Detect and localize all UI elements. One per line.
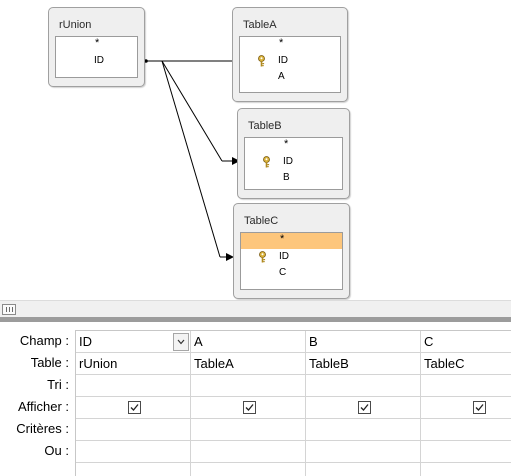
field-label: ID [278,55,288,66]
row-label-tri: Tri : [47,377,69,392]
field-label: * [95,37,100,49]
table-cell[interactable]: TableC [421,353,511,375]
field-list[interactable]: * ID [55,36,138,78]
field-label: * [284,138,289,150]
table-cell[interactable]: TableA [191,353,305,375]
table-cell[interactable]: TableB [306,353,420,375]
join-line-tableb [161,60,223,162]
field-row-selected[interactable]: * [241,233,342,249]
field-label: * [279,37,284,49]
table-title: TableC [244,215,279,227]
checkmark-icon [130,404,139,411]
or-cell[interactable] [306,441,420,463]
sort-cell[interactable] [76,375,190,397]
row-label-afficher: Afficher : [17,399,69,414]
field-label: ID [94,55,104,66]
field-list[interactable]: * ID C [240,232,343,290]
field-row[interactable]: * [245,138,342,154]
field-row[interactable]: B [245,170,342,186]
field-value: A [194,334,203,349]
splitter-grip-icon[interactable] [2,304,16,315]
field-row[interactable]: A [240,69,340,85]
show-checkbox[interactable] [358,401,371,414]
show-cell [76,397,190,419]
primary-key-icon [259,251,266,263]
join-line-tablec [161,60,221,258]
checkmark-icon [360,404,369,411]
show-cell [306,397,420,419]
field-row[interactable]: ID [56,53,137,69]
grid-column-4: C TableC [421,331,511,476]
table-cell[interactable]: rUnion [76,353,190,375]
primary-key-icon [263,156,270,168]
grid-row-labels: Champ : Table : Tri : Afficher : Critère… [0,330,75,462]
table-box-tableb[interactable]: TableB * ID B [237,108,350,199]
show-cell [421,397,511,419]
field-row[interactable]: * [240,37,340,53]
chevron-down-icon [177,339,185,345]
table-box-tablea[interactable]: TableA * ID A [232,7,348,102]
field-list[interactable]: * ID B [244,137,343,190]
checkmark-icon [245,404,254,411]
field-value: ID [79,334,92,349]
table-box-tablec[interactable]: TableC * ID C [233,203,350,299]
field-row[interactable]: ID [245,154,342,170]
or-cell[interactable] [191,441,305,463]
query-tables-pane[interactable]: rUnion * ID TableA * ID A TableB * ID B [0,0,511,300]
row-label-champ: Champ : [19,333,69,348]
field-label: C [279,267,287,278]
row-label-criteres: Critères : [16,421,69,436]
field-cell[interactable]: A [191,331,305,353]
table-value: rUnion [79,356,118,371]
field-cell[interactable]: B [306,331,420,353]
sort-cell[interactable] [306,375,420,397]
primary-key-icon [258,55,265,67]
sort-cell[interactable] [191,375,305,397]
checkmark-icon [475,404,484,411]
criteria-cell[interactable] [76,419,190,441]
show-checkbox[interactable] [473,401,486,414]
field-label: B [283,172,290,183]
field-cell[interactable]: ID [76,331,190,353]
field-row[interactable]: * [56,37,137,53]
show-checkbox[interactable] [128,401,141,414]
row-label-table: Table : [30,355,69,370]
show-checkbox[interactable] [243,401,256,414]
field-label: ID [283,156,293,167]
field-cell[interactable]: C [421,331,511,353]
table-value: TableA [194,356,234,371]
query-design-grid-pane: Champ : Table : Tri : Afficher : Critère… [0,322,511,476]
table-title: rUnion [59,19,92,31]
criteria-cell[interactable] [191,419,305,441]
table-title: TableB [248,120,282,132]
row-label-ou: Ou : [44,443,69,458]
table-title: TableA [243,19,277,31]
criteria-cell[interactable] [421,419,511,441]
field-row[interactable]: C [241,265,342,281]
or-cell[interactable] [421,441,511,463]
grid-column-3: B TableB [306,331,421,476]
field-dropdown-button[interactable] [173,333,189,351]
grid-column-2: A TableA [191,331,306,476]
table-value: TableC [424,356,465,371]
sort-cell[interactable] [421,375,511,397]
table-box-runion[interactable]: rUnion * ID [48,7,145,87]
field-label: A [278,71,285,82]
field-row[interactable]: ID [241,249,342,265]
field-value: C [424,334,434,349]
query-design-grid: ID rUnion A TableA B TableB C TableC [75,330,511,476]
pane-splitter[interactable] [0,300,511,318]
show-cell [191,397,305,419]
table-value: TableB [309,356,349,371]
field-label: ID [279,251,289,262]
field-value: B [309,334,318,349]
grid-column-1: ID rUnion [76,331,191,476]
field-row[interactable]: ID [240,53,340,69]
criteria-cell[interactable] [306,419,420,441]
or-cell[interactable] [76,441,190,463]
field-list[interactable]: * ID A [239,36,341,93]
field-label: * [280,233,285,245]
